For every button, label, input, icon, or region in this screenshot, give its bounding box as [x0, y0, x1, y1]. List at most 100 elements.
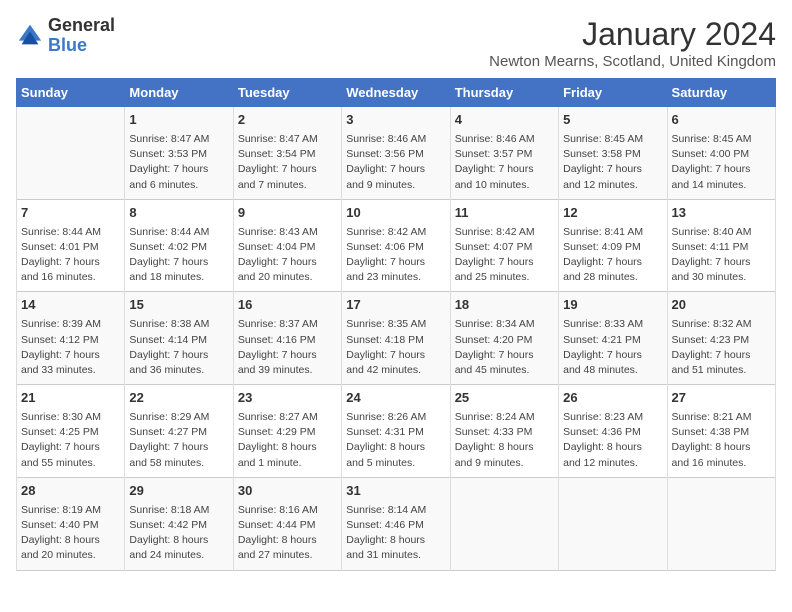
logo-text: General Blue	[48, 16, 115, 56]
day-info: Sunrise: 8:21 AMSunset: 4:38 PMDaylight:…	[672, 410, 771, 471]
calendar-cell: 12Sunrise: 8:41 AMSunset: 4:09 PMDayligh…	[559, 199, 667, 292]
day-number: 8	[129, 204, 228, 223]
day-number: 27	[672, 389, 771, 408]
calendar-cell: 1 Sunrise: 8:47 AMSunset: 3:53 PMDaylight…	[125, 107, 233, 200]
day-info: Sunrise: 8:27 AMSunset: 4:29 PMDaylight:…	[238, 410, 337, 471]
calendar-cell: 6Sunrise: 8:45 AMSunset: 4:00 PMDaylight…	[667, 107, 775, 200]
day-number: 19	[563, 296, 662, 315]
calendar-cell: 30 Sunrise: 8:16 AMSunset: 4:44 PMDayligh…	[233, 477, 341, 570]
day-info: Sunrise: 8:42 AMSunset: 4:06 PMDaylight:…	[346, 225, 445, 286]
calendar-cell: 18 Sunrise: 8:34 AMSunset: 4:20 PMDayligh…	[450, 292, 558, 385]
calendar-cell: 7 Sunrise: 8:44 AMSunset: 4:01 PMDaylight…	[17, 199, 125, 292]
day-number: 13	[672, 204, 771, 223]
day-number: 23	[238, 389, 337, 408]
day-number: 29	[129, 482, 228, 501]
day-info: Sunrise: 8:23 AMSunset: 4:36 PMDaylight:…	[563, 410, 662, 471]
day-info: Sunrise: 8:45 AMSunset: 3:58 PMDaylight:…	[563, 132, 662, 193]
day-info: Sunrise: 8:47 AMSunset: 3:53 PMDaylight:…	[129, 132, 228, 193]
title-block: January 2024 Newton Mearns, Scotland, Un…	[489, 16, 776, 70]
day-number: 21	[21, 389, 120, 408]
calendar-cell	[450, 477, 558, 570]
calendar-cell: 2 Sunrise: 8:47 AMSunset: 3:54 PMDaylight…	[233, 107, 341, 200]
day-info: Sunrise: 8:41 AMSunset: 4:09 PMDaylight:…	[563, 225, 662, 286]
day-number: 15	[129, 296, 228, 315]
day-info: Sunrise: 8:26 AMSunset: 4:31 PMDaylight:…	[346, 410, 445, 471]
calendar-cell: 21 Sunrise: 8:30 AMSunset: 4:25 PMDayligh…	[17, 385, 125, 478]
calendar-week-row: 28Sunrise: 8:19 AMSunset: 4:40 PMDayligh…	[17, 477, 776, 570]
location-subtitle: Newton Mearns, Scotland, United Kingdom	[489, 53, 776, 70]
day-number: 4	[455, 111, 554, 130]
calendar-cell: 17 Sunrise: 8:35 AMSunset: 4:18 PMDayligh…	[342, 292, 450, 385]
day-number: 1	[129, 111, 228, 130]
day-number: 30	[238, 482, 337, 501]
day-info: Sunrise: 8:43 AMSunset: 4:04 PMDaylight:…	[238, 225, 337, 286]
day-info: Sunrise: 8:37 AMSunset: 4:16 PMDaylight:…	[238, 317, 337, 378]
day-info: Sunrise: 8:40 AMSunset: 4:11 PMDaylight:…	[672, 225, 771, 286]
calendar-cell: 23 Sunrise: 8:27 AMSunset: 4:29 PMDayligh…	[233, 385, 341, 478]
day-info: Sunrise: 8:34 AMSunset: 4:20 PMDaylight:…	[455, 317, 554, 378]
logo: General Blue	[16, 16, 115, 56]
day-info: Sunrise: 8:14 AMSunset: 4:46 PMDaylight:…	[346, 503, 445, 564]
calendar-cell: 29Sunrise: 8:18 AMSunset: 4:42 PMDayligh…	[125, 477, 233, 570]
calendar-table: SundayMondayTuesdayWednesdayThursdayFrid…	[16, 78, 776, 571]
calendar-cell: 15 Sunrise: 8:38 AMSunset: 4:14 PMDayligh…	[125, 292, 233, 385]
day-number: 2	[238, 111, 337, 130]
calendar-cell: 3Sunrise: 8:46 AMSunset: 3:56 PMDaylight…	[342, 107, 450, 200]
day-info: Sunrise: 8:46 AMSunset: 3:57 PMDaylight:…	[455, 132, 554, 193]
calendar-cell: 16Sunrise: 8:37 AMSunset: 4:16 PMDayligh…	[233, 292, 341, 385]
calendar-cell: 10Sunrise: 8:42 AMSunset: 4:06 PMDayligh…	[342, 199, 450, 292]
day-number: 3	[346, 111, 445, 130]
column-header-sunday: Sunday	[17, 79, 125, 107]
day-info: Sunrise: 8:42 AMSunset: 4:07 PMDaylight:…	[455, 225, 554, 286]
logo-icon	[16, 22, 44, 50]
calendar-cell	[559, 477, 667, 570]
column-header-tuesday: Tuesday	[233, 79, 341, 107]
calendar-cell: 8 Sunrise: 8:44 AMSunset: 4:02 PMDaylight…	[125, 199, 233, 292]
day-number: 11	[455, 204, 554, 223]
day-number: 7	[21, 204, 120, 223]
month-title: January 2024	[489, 16, 776, 53]
day-info: Sunrise: 8:35 AMSunset: 4:18 PMDaylight:…	[346, 317, 445, 378]
logo-blue: Blue	[48, 36, 115, 56]
calendar-cell: 31 Sunrise: 8:14 AMSunset: 4:46 PMDayligh…	[342, 477, 450, 570]
day-number: 31	[346, 482, 445, 501]
day-number: 17	[346, 296, 445, 315]
day-number: 25	[455, 389, 554, 408]
day-number: 26	[563, 389, 662, 408]
day-number: 28	[21, 482, 120, 501]
calendar-cell: 13 Sunrise: 8:40 AMSunset: 4:11 PMDayligh…	[667, 199, 775, 292]
column-header-monday: Monday	[125, 79, 233, 107]
day-number: 14	[21, 296, 120, 315]
day-number: 18	[455, 296, 554, 315]
calendar-cell: 19 Sunrise: 8:33 AMSunset: 4:21 PMDayligh…	[559, 292, 667, 385]
column-header-wednesday: Wednesday	[342, 79, 450, 107]
day-info: Sunrise: 8:38 AMSunset: 4:14 PMDaylight:…	[129, 317, 228, 378]
day-info: Sunrise: 8:44 AMSunset: 4:02 PMDaylight:…	[129, 225, 228, 286]
page-header: General Blue January 2024 Newton Mearns,…	[16, 16, 776, 70]
day-info: Sunrise: 8:16 AMSunset: 4:44 PMDaylight:…	[238, 503, 337, 564]
calendar-header-row: SundayMondayTuesdayWednesdayThursdayFrid…	[17, 79, 776, 107]
logo-general: General	[48, 16, 115, 36]
calendar-cell: 25Sunrise: 8:24 AMSunset: 4:33 PMDayligh…	[450, 385, 558, 478]
calendar-week-row: 1 Sunrise: 8:47 AMSunset: 3:53 PMDaylight…	[17, 107, 776, 200]
calendar-week-row: 14Sunrise: 8:39 AMSunset: 4:12 PMDayligh…	[17, 292, 776, 385]
calendar-cell: 9 Sunrise: 8:43 AMSunset: 4:04 PMDaylight…	[233, 199, 341, 292]
calendar-cell: 11 Sunrise: 8:42 AMSunset: 4:07 PMDayligh…	[450, 199, 558, 292]
calendar-week-row: 7 Sunrise: 8:44 AMSunset: 4:01 PMDaylight…	[17, 199, 776, 292]
calendar-cell: 28Sunrise: 8:19 AMSunset: 4:40 PMDayligh…	[17, 477, 125, 570]
calendar-cell: 27 Sunrise: 8:21 AMSunset: 4:38 PMDayligh…	[667, 385, 775, 478]
day-info: Sunrise: 8:44 AMSunset: 4:01 PMDaylight:…	[21, 225, 120, 286]
day-info: Sunrise: 8:33 AMSunset: 4:21 PMDaylight:…	[563, 317, 662, 378]
day-number: 24	[346, 389, 445, 408]
calendar-cell: 24 Sunrise: 8:26 AMSunset: 4:31 PMDayligh…	[342, 385, 450, 478]
calendar-cell: 4 Sunrise: 8:46 AMSunset: 3:57 PMDaylight…	[450, 107, 558, 200]
day-info: Sunrise: 8:47 AMSunset: 3:54 PMDaylight:…	[238, 132, 337, 193]
calendar-cell: 20Sunrise: 8:32 AMSunset: 4:23 PMDayligh…	[667, 292, 775, 385]
day-info: Sunrise: 8:29 AMSunset: 4:27 PMDaylight:…	[129, 410, 228, 471]
column-header-saturday: Saturday	[667, 79, 775, 107]
calendar-cell	[17, 107, 125, 200]
day-number: 6	[672, 111, 771, 130]
day-number: 9	[238, 204, 337, 223]
day-info: Sunrise: 8:30 AMSunset: 4:25 PMDaylight:…	[21, 410, 120, 471]
calendar-cell: 26 Sunrise: 8:23 AMSunset: 4:36 PMDayligh…	[559, 385, 667, 478]
